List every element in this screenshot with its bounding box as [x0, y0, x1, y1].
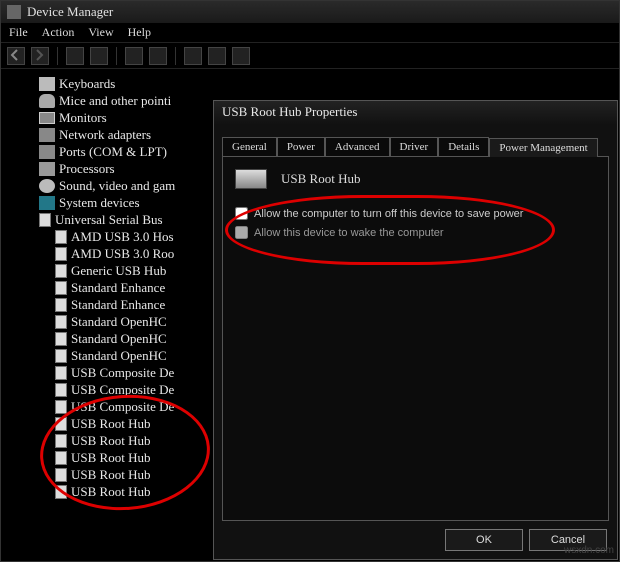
sound-icon [39, 179, 55, 193]
checkbox-power-off[interactable]: Allow the computer to turn off this devi… [235, 207, 596, 220]
usb-icon [55, 366, 67, 380]
tree-label: Standard OpenHC [71, 331, 167, 347]
tab-strip: General Power Advanced Driver Details Po… [222, 137, 609, 156]
separator [175, 47, 176, 65]
usb-icon [55, 332, 67, 346]
usb-icon [55, 281, 67, 295]
forward-button[interactable] [31, 47, 49, 65]
watermark: wsxdn.com [564, 545, 614, 556]
toolbar-icon[interactable] [66, 47, 84, 65]
network-icon [39, 128, 55, 142]
tree-label: AMD USB 3.0 Hos [71, 229, 174, 245]
tree-label: USB Root Hub [71, 467, 150, 483]
menu-view[interactable]: View [88, 25, 113, 40]
usb-icon [55, 468, 67, 482]
checkbox-power-off-input[interactable] [235, 207, 248, 220]
back-button[interactable] [7, 47, 25, 65]
tab-power-management[interactable]: Power Management [489, 138, 597, 157]
window-title: Device Manager [27, 4, 113, 20]
usb-properties-dialog[interactable]: USB Root Hub Properties General Power Ad… [213, 100, 618, 560]
menubar: File Action View Help [1, 23, 619, 43]
device-name: USB Root Hub [281, 171, 360, 187]
toolbar-icon[interactable] [232, 47, 250, 65]
tree-label: System devices [59, 195, 140, 211]
tree-node[interactable]: Keyboards [39, 75, 617, 92]
ok-button[interactable]: OK [445, 529, 523, 551]
tab-body: USB Root Hub Allow the computer to turn … [222, 156, 609, 521]
tree-label: Keyboards [59, 76, 115, 92]
toolbar-icon[interactable] [208, 47, 226, 65]
toolbar-icon[interactable] [149, 47, 167, 65]
separator [57, 47, 58, 65]
tab-driver[interactable]: Driver [390, 137, 439, 156]
toolbar-icon[interactable] [125, 47, 143, 65]
tree-label: Processors [59, 161, 115, 177]
checkbox-label: Allow this device to wake the computer [254, 227, 444, 239]
usb-icon [55, 247, 67, 261]
device-header: USB Root Hub [235, 169, 596, 189]
usb-icon [55, 383, 67, 397]
usb-icon [55, 230, 67, 244]
mouse-icon [39, 94, 55, 108]
dialog-title[interactable]: USB Root Hub Properties [214, 101, 617, 125]
toolbar-icon[interactable] [184, 47, 202, 65]
tree-label: Standard Enhance [71, 297, 165, 313]
tree-label: Standard Enhance [71, 280, 165, 296]
tree-label: Standard OpenHC [71, 348, 167, 364]
usb-icon [39, 213, 51, 227]
menu-file[interactable]: File [9, 25, 28, 40]
tree-label: USB Root Hub [71, 416, 150, 432]
tree-label: Universal Serial Bus [55, 212, 163, 228]
tree-label: USB Root Hub [71, 484, 150, 500]
tree-label: AMD USB 3.0 Roo [71, 246, 174, 262]
usb-icon [55, 315, 67, 329]
usb-icon [55, 451, 67, 465]
usb-icon [55, 264, 67, 278]
tree-label: Network adapters [59, 127, 151, 143]
usb-icon [55, 434, 67, 448]
usb-icon [55, 485, 67, 499]
checkbox-wake-input [235, 226, 248, 239]
cpu-icon [39, 162, 55, 176]
tree-label: Mice and other pointi [59, 93, 171, 109]
keyboard-icon [39, 77, 55, 91]
usb-hub-icon [235, 169, 267, 189]
titlebar[interactable]: Device Manager [1, 1, 619, 23]
system-icon [39, 196, 55, 210]
usb-icon [55, 298, 67, 312]
tab-advanced[interactable]: Advanced [325, 137, 390, 156]
usb-icon [55, 400, 67, 414]
tree-label: Ports (COM & LPT) [59, 144, 167, 160]
tab-details[interactable]: Details [438, 137, 489, 156]
tree-label: Sound, video and gam [59, 178, 175, 194]
tree-label: USB Composite De [71, 382, 174, 398]
tree-label: USB Composite De [71, 365, 174, 381]
tree-label: USB Composite De [71, 399, 174, 415]
tree-label: USB Root Hub [71, 450, 150, 466]
checkbox-label: Allow the computer to turn off this devi… [254, 208, 523, 220]
tab-general[interactable]: General [222, 137, 277, 156]
tree-label: Generic USB Hub [71, 263, 166, 279]
menu-action[interactable]: Action [42, 25, 75, 40]
tree-label: Monitors [59, 110, 107, 126]
usb-icon [55, 417, 67, 431]
tab-power[interactable]: Power [277, 137, 325, 156]
toolbar-icon[interactable] [90, 47, 108, 65]
usb-icon [55, 349, 67, 363]
toolbar [1, 43, 619, 69]
tree-label: USB Root Hub [71, 433, 150, 449]
dialog-title-text: USB Root Hub Properties [222, 104, 357, 119]
menu-help[interactable]: Help [128, 25, 151, 40]
checkbox-wake: Allow this device to wake the computer [235, 226, 596, 239]
monitor-icon [39, 112, 55, 124]
app-icon [7, 5, 21, 19]
tree-label: Standard OpenHC [71, 314, 167, 330]
port-icon [39, 145, 55, 159]
separator [116, 47, 117, 65]
